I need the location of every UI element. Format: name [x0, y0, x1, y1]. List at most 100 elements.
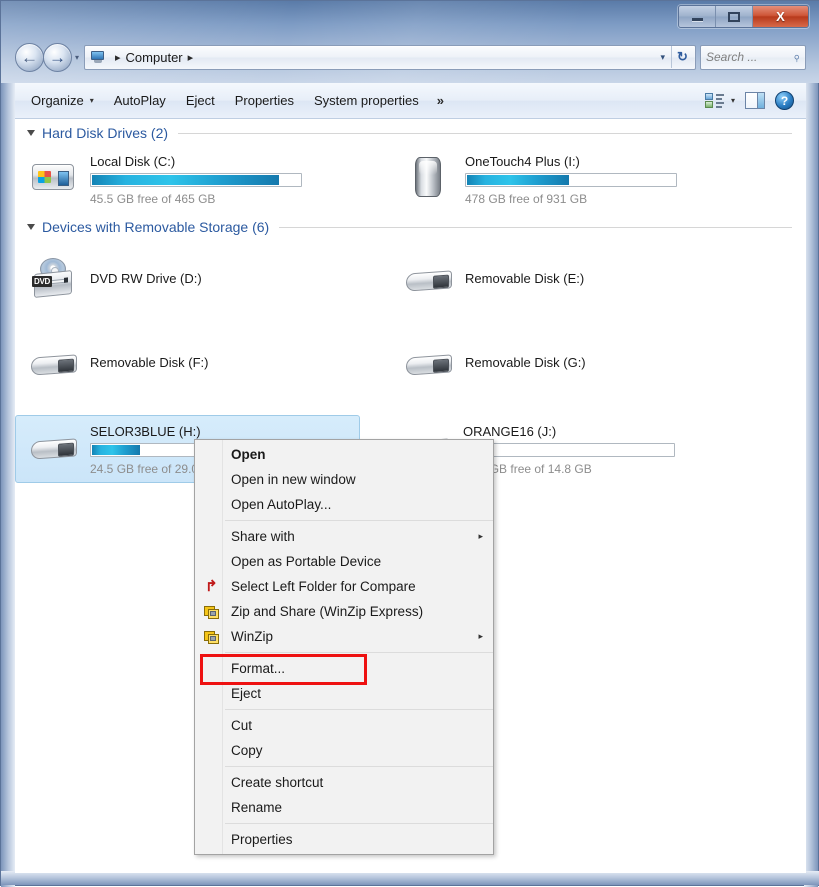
- system-properties-button[interactable]: System properties: [304, 89, 429, 112]
- minimize-button[interactable]: [679, 6, 716, 27]
- drive-tile-removable-disk-f[interactable]: Removable Disk (F:): [15, 331, 390, 393]
- menu-item-share-with[interactable]: Share with ▸: [195, 524, 493, 549]
- menu-item-open-autoplay[interactable]: Open AutoPlay...: [195, 492, 493, 517]
- drive-row: DVD DVD RW Drive (D:) Removable Disk (E:…: [15, 247, 806, 309]
- winzip-icon: [197, 626, 225, 648]
- submenu-arrow-icon: ▸: [478, 631, 483, 641]
- menu-item-open-in-new-window[interactable]: Open in new window: [195, 467, 493, 492]
- drive-name: OneTouch4 Plus (I:): [465, 154, 580, 169]
- usb-drive-icon: [401, 338, 459, 386]
- menu-item-icon-slot: [197, 829, 225, 851]
- breadcrumb-computer[interactable]: Computer: [126, 50, 183, 65]
- context-menu[interactable]: Open Open in new window Open AutoPlay... Sh…: [194, 439, 494, 855]
- menu-item-properties[interactable]: Properties: [195, 827, 493, 852]
- collapse-caret-icon[interactable]: [27, 224, 35, 230]
- drive-row: Local Disk (C:) 45.5 GB free of 465 GB O…: [15, 145, 806, 213]
- menu-item-label: Open as Portable Device: [231, 554, 382, 569]
- drive-tile-removable-disk-e[interactable]: Removable Disk (E:): [390, 247, 591, 309]
- maximize-button[interactable]: [716, 6, 753, 27]
- menu-separator: [225, 766, 493, 767]
- menu-separator: [225, 823, 493, 824]
- menu-item-select-left-folder-for-compare[interactable]: ↰ Select Left Folder for Compare: [195, 574, 493, 599]
- group-title: Devices with Removable Storage (6): [42, 219, 270, 235]
- menu-item-icon-slot: [197, 494, 225, 516]
- menu-item-icon-slot: [197, 772, 225, 794]
- caption-button-group: X: [678, 5, 809, 28]
- drive-tile-dvd-rw-d[interactable]: DVD DVD RW Drive (D:): [15, 247, 390, 309]
- menu-item-winzip[interactable]: WinZip ▸: [195, 624, 493, 649]
- menu-item-format[interactable]: Format...: [195, 656, 493, 681]
- organize-button[interactable]: Organize ▾: [21, 89, 104, 112]
- usb-drive-icon: [401, 254, 459, 302]
- menu-item-zip-and-share-winzip-express[interactable]: Zip and Share (WinZip Express): [195, 599, 493, 624]
- window-frame-right: [804, 83, 818, 887]
- address-bar[interactable]: ▸ Computer ▸ ▾ ↻: [84, 44, 696, 70]
- help-icon[interactable]: ?: [775, 91, 794, 110]
- search-input[interactable]: Search ... ⌕: [700, 44, 806, 70]
- menu-item-label: Zip and Share (WinZip Express): [231, 604, 424, 619]
- menu-item-rename[interactable]: Rename: [195, 795, 493, 820]
- preview-pane-icon[interactable]: [745, 92, 765, 109]
- breadcrumb-chevron-icon[interactable]: ▸: [188, 51, 194, 64]
- menu-item-create-shortcut[interactable]: Create shortcut: [195, 770, 493, 795]
- drive-free-space: 14.7 GB free of 14.8 GB: [463, 462, 592, 476]
- menu-item-label: Open AutoPlay...: [231, 497, 332, 512]
- context-menu-items: Open Open in new window Open AutoPlay... Sh…: [195, 442, 493, 852]
- view-dropdown-caret-icon[interactable]: ▾: [731, 96, 735, 105]
- breadcrumb-separator-icon: ▸: [115, 51, 121, 64]
- menu-item-label: Select Left Folder for Compare: [231, 579, 416, 594]
- drive-name: Removable Disk (E:): [465, 271, 585, 286]
- drive-row: Removable Disk (F:) Removable Disk (G:): [15, 331, 806, 393]
- eject-button[interactable]: Eject: [176, 89, 225, 112]
- menu-item-icon-slot: [197, 797, 225, 819]
- menu-item-label: Open in new window: [231, 472, 356, 487]
- submenu-arrow-icon: ▸: [478, 531, 483, 541]
- address-dropdown-caret-icon[interactable]: ▾: [654, 52, 671, 63]
- computer-icon: [90, 50, 106, 64]
- recent-pages-caret-icon[interactable]: ▾: [75, 53, 79, 62]
- group-title: Hard Disk Drives (2): [42, 125, 169, 141]
- external-hard-disk-icon: [401, 152, 459, 200]
- menu-item-copy[interactable]: Copy: [195, 738, 493, 763]
- toolbar-right-group: ▾ ?: [704, 91, 800, 110]
- properties-button[interactable]: Properties: [225, 89, 304, 112]
- collapse-caret-icon[interactable]: [27, 130, 35, 136]
- menu-item-eject[interactable]: Eject: [195, 681, 493, 706]
- close-icon: X: [776, 9, 785, 24]
- close-button[interactable]: X: [753, 6, 808, 27]
- back-button[interactable]: ←: [15, 42, 44, 72]
- capacity-bar: [465, 173, 677, 187]
- toolbar-overflow-button[interactable]: »: [429, 89, 452, 112]
- menu-item-icon-slot: [197, 551, 225, 573]
- drive-tile-onetouch4-plus-i[interactable]: OneTouch4 Plus (I:) 478 GB free of 931 G…: [390, 145, 684, 213]
- group-header-removable-storage[interactable]: Devices with Removable Storage (6): [15, 213, 806, 239]
- hard-disk-icon: [26, 152, 84, 200]
- drive-name: Removable Disk (G:): [465, 355, 586, 370]
- menu-item-cut[interactable]: Cut: [195, 713, 493, 738]
- menu-item-label: Rename: [231, 800, 283, 815]
- menu-item-label: Open: [231, 447, 266, 462]
- drive-tile-removable-disk-g[interactable]: Removable Disk (G:): [390, 331, 593, 393]
- forward-button[interactable]: →: [43, 42, 72, 72]
- usb-drive-icon: [26, 422, 84, 470]
- menu-item-open-as-portable-device[interactable]: Open as Portable Device: [195, 549, 493, 574]
- change-view-icon[interactable]: [704, 92, 725, 109]
- chevron-down-icon: ▾: [89, 96, 94, 105]
- navigation-bar: ← → ▾ ▸ Computer ▸ ▾ ↻ Search ... ⌕: [15, 41, 806, 73]
- menu-item-open[interactable]: Open: [195, 442, 493, 467]
- menu-item-icon-slot: [197, 658, 225, 680]
- group-header-hard-disk-drives[interactable]: Hard Disk Drives (2): [15, 119, 806, 145]
- back-arrow-icon: ←: [21, 47, 38, 67]
- autoplay-button[interactable]: AutoPlay: [104, 89, 176, 112]
- group-divider: [279, 226, 792, 228]
- menu-item-icon-slot: [197, 715, 225, 737]
- minimize-icon: [691, 18, 703, 21]
- drive-tile-local-disk-c[interactable]: Local Disk (C:) 45.5 GB free of 465 GB: [15, 145, 390, 213]
- menu-item-label: Cut: [231, 718, 253, 733]
- refresh-button[interactable]: ↻: [671, 46, 693, 68]
- explorer-window: X ← → ▾ ▸ Computer ▸ ▾ ↻ Search ... ⌕ Or…: [0, 0, 819, 887]
- group-divider: [178, 132, 792, 134]
- menu-item-icon-slot: [197, 469, 225, 491]
- menu-item-label: Eject: [231, 686, 262, 701]
- command-toolbar: Organize ▾ AutoPlay Eject Properties Sys…: [15, 83, 806, 119]
